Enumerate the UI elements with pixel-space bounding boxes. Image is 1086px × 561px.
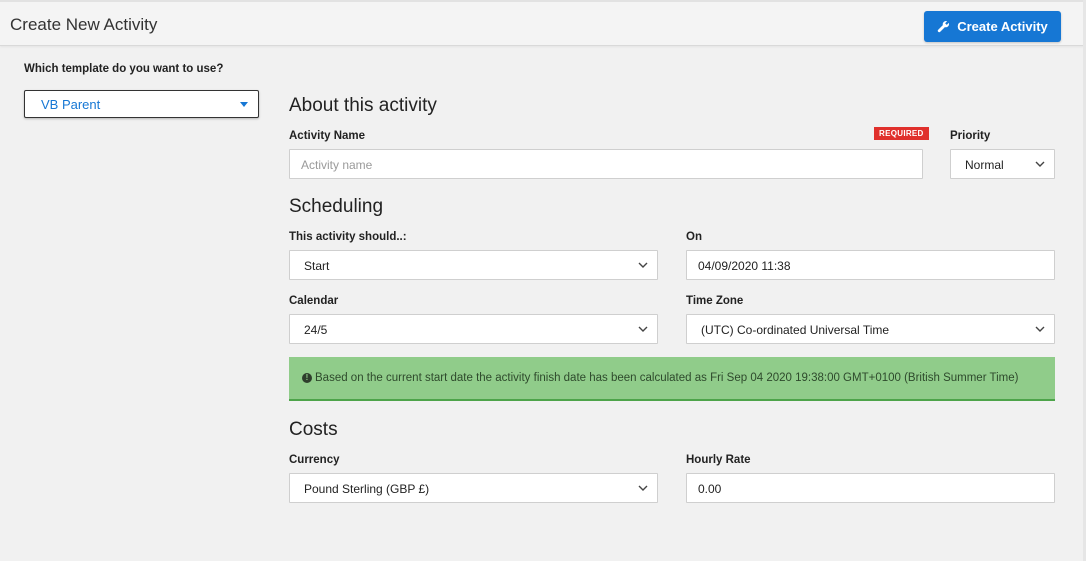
caret-down-icon (240, 102, 248, 107)
should-label: This activity should..: (289, 231, 407, 243)
currency-label: Currency (289, 454, 340, 466)
activity-name-placeholder: Activity name (301, 158, 373, 172)
required-badge: REQUIRED (874, 127, 929, 140)
about-heading: About this activity (289, 95, 437, 116)
priority-select[interactable]: Normal (950, 149, 1055, 179)
currency-selected-value: Pound Sterling (GBP £) (304, 482, 430, 496)
timezone-label: Time Zone (686, 295, 744, 307)
on-date-input[interactable]: 04/09/2020 11:38 (686, 250, 1055, 280)
top-bar: Create New Activity Create Activity (0, 0, 1084, 46)
timezone-selected-value: (UTC) Co-ordinated Universal Time (701, 323, 890, 337)
finish-date-alert: ! Based on the current start date the ac… (289, 357, 1055, 401)
chevron-down-icon (638, 262, 648, 268)
wrench-icon (938, 20, 950, 33)
hourly-rate-label: Hourly Rate (686, 454, 751, 466)
priority-label: Priority (950, 130, 991, 142)
calendar-selected-value: 24/5 (304, 323, 328, 337)
create-activity-label: Create Activity (957, 19, 1048, 34)
page-title: Create New Activity (10, 15, 158, 34)
should-selected-value: Start (304, 259, 330, 273)
template-label: Which template do you want to use? (24, 63, 224, 75)
chevron-down-icon (1035, 161, 1045, 167)
calendar-select[interactable]: 24/5 (289, 314, 658, 344)
should-select[interactable]: Start (289, 250, 658, 280)
template-selected-value: VB Parent (41, 97, 101, 112)
template-select[interactable]: VB Parent (24, 90, 259, 118)
timezone-select[interactable]: (UTC) Co-ordinated Universal Time (686, 314, 1055, 344)
calendar-label: Calendar (289, 295, 339, 307)
priority-selected-value: Normal (965, 158, 1004, 172)
on-label: On (686, 231, 702, 243)
activity-name-input[interactable]: Activity name (289, 149, 923, 179)
hourly-rate-input[interactable]: 0.00 (686, 473, 1055, 503)
costs-heading: Costs (289, 419, 338, 440)
chevron-down-icon (1035, 326, 1045, 332)
chevron-down-icon (638, 485, 648, 491)
currency-select[interactable]: Pound Sterling (GBP £) (289, 473, 658, 503)
on-date-value: 04/09/2020 11:38 (698, 259, 791, 273)
scheduling-heading: Scheduling (289, 196, 384, 217)
chevron-down-icon (638, 326, 648, 332)
create-activity-button[interactable]: Create Activity (924, 11, 1061, 42)
finish-date-message: Based on the current start date the acti… (315, 372, 1019, 384)
info-circle-icon: ! (302, 373, 312, 383)
hourly-rate-value: 0.00 (698, 482, 722, 496)
activity-name-label: Activity Name (289, 130, 366, 142)
